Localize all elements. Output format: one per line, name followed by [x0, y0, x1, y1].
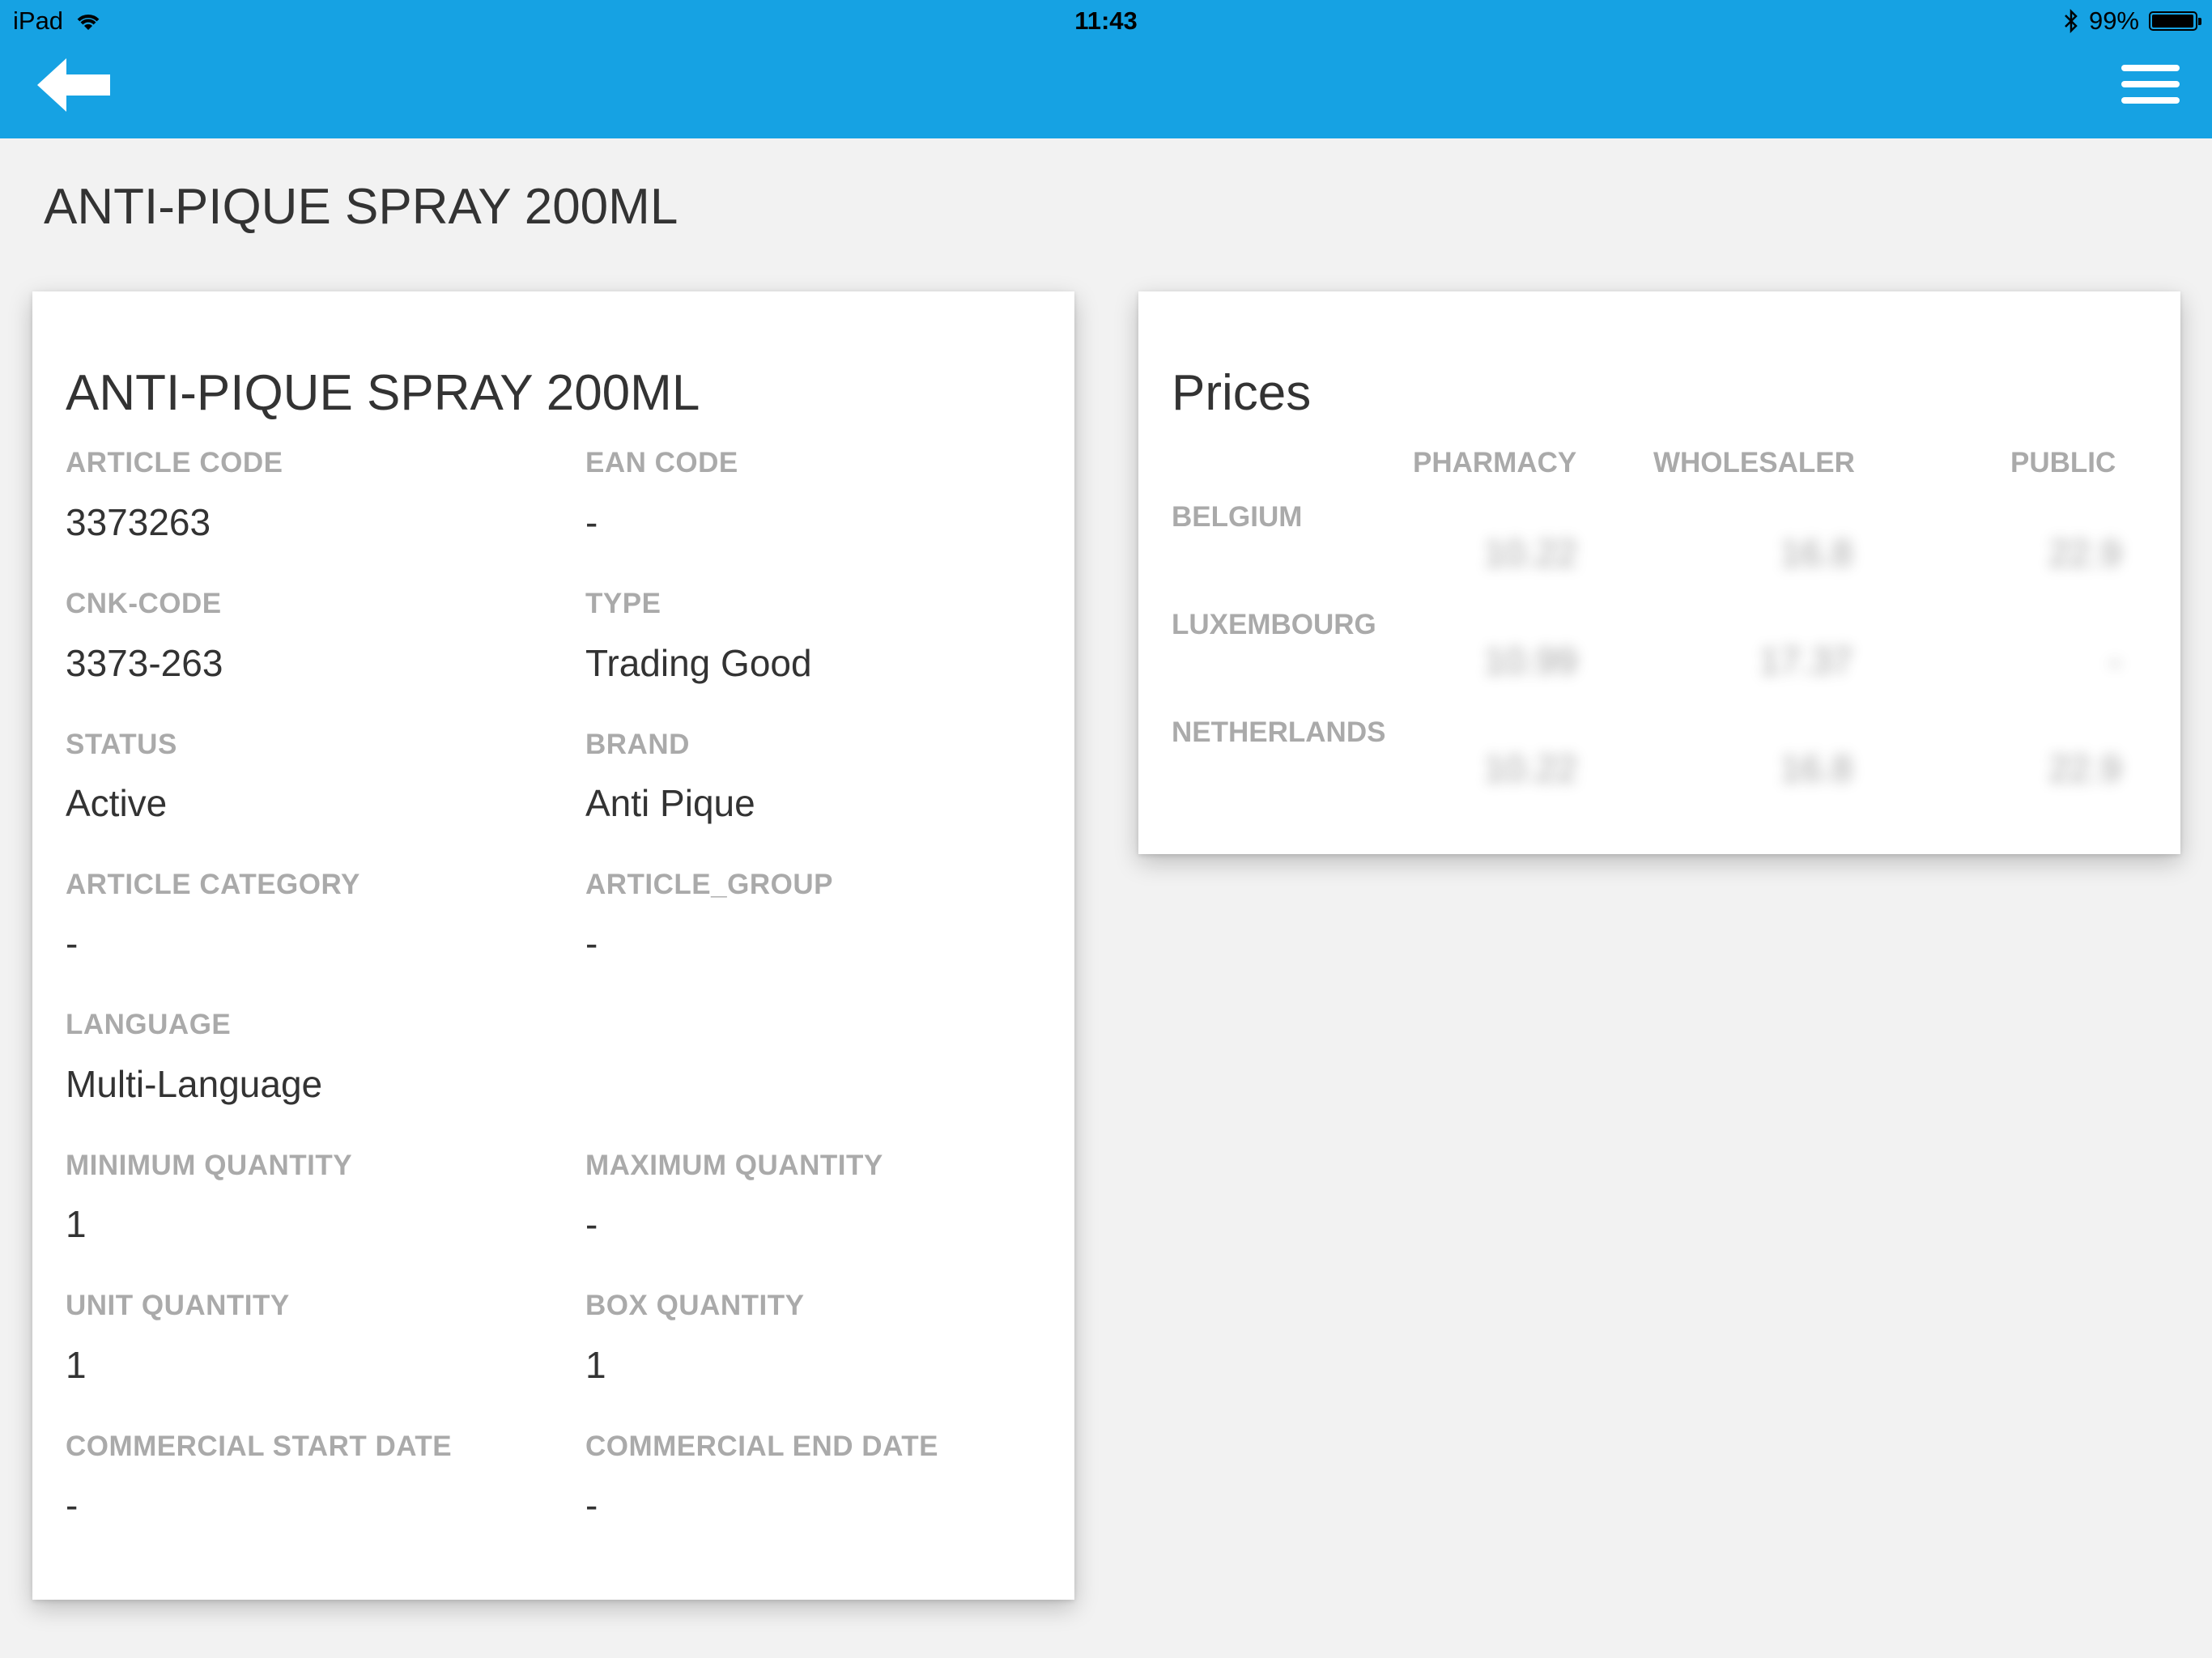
battery-percentage: 99%	[2088, 6, 2139, 35]
hamburger-menu-icon	[2121, 65, 2180, 71]
brand-value: Anti Pique	[585, 782, 755, 824]
prices-card: Prices PHARMACY WHOLESALER PUBLIC BELGIU…	[1138, 291, 2180, 854]
unit-quantity-label: UNIT QUANTITY	[66, 1290, 290, 1321]
hamburger-line	[2121, 81, 2180, 87]
price-belgium-public: 22.9	[2048, 532, 2121, 574]
column-header-wholesaler: WHOLESALER	[1653, 447, 1855, 478]
prices-card-title: Prices	[1172, 365, 1312, 421]
brand-label: BRAND	[585, 729, 690, 760]
article-group-value: -	[585, 922, 598, 964]
status-right: 99%	[2063, 6, 2201, 36]
language-value: Multi-Language	[66, 1063, 323, 1105]
battery-icon	[2149, 11, 2201, 31]
ean-code-value: -	[585, 501, 598, 543]
article-category-label: ARTICLE CATEGORY	[66, 869, 360, 900]
language-label: LANGUAGE	[66, 1009, 232, 1040]
article-code-value: 3373263	[66, 501, 211, 543]
column-header-public: PUBLIC	[2010, 447, 2116, 478]
unit-quantity-value: 1	[66, 1344, 87, 1386]
country-netherlands: NETHERLANDS	[1172, 716, 1386, 748]
article-category-value: -	[66, 922, 79, 964]
price-belgium-pharmacy: 10.22	[1483, 532, 1577, 574]
price-luxembourg-wholesaler: 17.37	[1759, 640, 1853, 682]
hamburger-line	[2121, 97, 2180, 104]
minimum-quantity-label: MINIMUM QUANTITY	[66, 1150, 353, 1181]
price-luxembourg-public: -	[2108, 640, 2121, 682]
article-group-label: ARTICLE_GROUP	[585, 869, 833, 900]
country-luxembourg: LUXEMBOURG	[1172, 609, 1376, 640]
details-card: ANTI-PIQUE SPRAY 200ML ARTICLE CODE 3373…	[32, 291, 1074, 1600]
status-time: 11:43	[1074, 6, 1138, 35]
country-belgium: BELGIUM	[1172, 501, 1303, 533]
back-button[interactable]	[37, 57, 118, 121]
status-label: STATUS	[66, 729, 177, 760]
commercial-end-date-label: COMMERCIAL END DATE	[585, 1431, 938, 1462]
app-header: iPad 11:43 99%	[0, 0, 2212, 138]
commercial-start-date-value: -	[66, 1484, 79, 1526]
cnk-code-value: 3373-263	[66, 642, 223, 684]
cnk-code-label: CNK-CODE	[66, 588, 222, 619]
arrow-left-icon	[37, 58, 110, 112]
type-value: Trading Good	[585, 642, 812, 684]
price-belgium-wholesaler: 16.8	[1780, 532, 1853, 574]
ean-code-label: EAN CODE	[585, 447, 738, 478]
minimum-quantity-value: 1	[66, 1203, 87, 1245]
maximum-quantity-value: -	[585, 1203, 598, 1245]
maximum-quantity-label: MAXIMUM QUANTITY	[585, 1150, 883, 1181]
price-luxembourg-pharmacy: 10.99	[1483, 640, 1577, 682]
menu-button[interactable]	[2121, 65, 2180, 113]
commercial-start-date-label: COMMERCIAL START DATE	[66, 1431, 453, 1462]
price-netherlands-public: 22.9	[2048, 747, 2121, 789]
price-netherlands-wholesaler: 16.8	[1780, 747, 1853, 789]
details-card-title: ANTI-PIQUE SPRAY 200ML	[66, 365, 700, 421]
status-value: Active	[66, 782, 168, 824]
box-quantity-label: BOX QUANTITY	[585, 1290, 805, 1321]
type-label: TYPE	[585, 588, 661, 619]
article-code-label: ARTICLE CODE	[66, 447, 283, 478]
commercial-end-date-value: -	[585, 1484, 598, 1526]
bluetooth-icon	[2065, 9, 2078, 33]
box-quantity-value: 1	[585, 1344, 606, 1386]
price-netherlands-pharmacy: 10.22	[1483, 747, 1577, 789]
status-bar: iPad 11:43 99%	[0, 0, 2212, 44]
page-title: ANTI-PIQUE SPRAY 200ML	[44, 179, 678, 235]
column-header-pharmacy: PHARMACY	[1413, 447, 1577, 478]
